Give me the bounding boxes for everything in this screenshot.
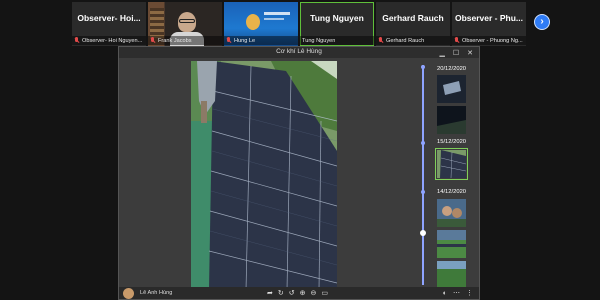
viewer-tools: ➦ ↻ ↺ ⊕ ⊖ ▭ [267, 287, 328, 299]
participant-caption-text: Hung Le [234, 37, 256, 44]
photo-thumbnail[interactable] [437, 261, 466, 289]
photo-viewer-toolbar: Lê Anh Hùng ➦ ↻ ↺ ⊕ ⊖ ▭ ◐ ⋯ ⋮ [119, 287, 479, 299]
participant-tile-active[interactable]: Tung Nguyen Tung Nguyen [300, 2, 374, 46]
participant-caption-text: Observer- Hoi Nguyen... [82, 37, 143, 44]
window-titlebar: Cơ khí Lê Hùng ▁ ☐ ✕ [119, 47, 479, 58]
participant-tile[interactable]: Observer- Hoi... Observer- Hoi Nguyen... [72, 2, 146, 46]
more-horizontal-icon[interactable]: ⋯ [453, 289, 460, 297]
close-icon[interactable]: ✕ [467, 49, 473, 57]
photo-thumbnail[interactable] [437, 75, 466, 103]
minimize-icon[interactable]: ▁ [439, 49, 444, 57]
participant-name: Gerhard Rauch [382, 13, 444, 23]
participant-tile[interactable]: Hung Le [224, 2, 298, 46]
participant-tile[interactable]: Observer - Phu... Observer - Phuong Ng..… [452, 2, 526, 46]
shared-photo-window: Cơ khí Lê Hùng ▁ ☐ ✕ 20/12/2020 15/12/20… [118, 46, 480, 300]
timeline-date: 14/12/2020 [437, 189, 467, 195]
chevron-right-icon: › [540, 16, 544, 27]
window-title: Cơ khí Lê Hùng [276, 48, 322, 55]
participant-name: Observer- Hoi... [77, 13, 141, 23]
mic-muted-icon [378, 37, 384, 44]
solar-panel-photo-image [191, 61, 337, 290]
mic-muted-icon [226, 37, 232, 44]
timeline-knob[interactable] [420, 230, 426, 236]
window-controls: ▁ ☐ ✕ [439, 47, 473, 58]
presentation-line [264, 18, 284, 20]
thumbnail-image [437, 261, 466, 289]
thumbnail-image [437, 230, 466, 258]
fit-screen-icon[interactable]: ▭ [321, 289, 328, 297]
contrast-icon[interactable]: ◐ [443, 290, 447, 297]
timeline-marker[interactable] [421, 141, 425, 145]
participant-caption-text: Gerhard Rauch [386, 37, 425, 44]
rotate-left-icon[interactable]: ↺ [289, 289, 295, 297]
timeline-date: 15/12/2020 [437, 139, 467, 145]
glasses-image [179, 19, 195, 23]
participant-name: Tung Nguyen [310, 13, 364, 23]
viewer-tools-right: ◐ ⋯ ⋮ [443, 287, 473, 299]
timeline-marker[interactable] [421, 65, 425, 69]
participant-caption-text: Observer - Phuong Ng... [462, 37, 523, 44]
participant-caption-text: Tung Nguyen [302, 37, 336, 44]
zoom-out-icon[interactable]: ⊖ [311, 289, 317, 297]
photo-thumbnail[interactable] [437, 106, 466, 134]
mic-muted-icon [454, 37, 460, 44]
meeting-app: Observer- Hoi... Observer- Hoi Nguyen...… [0, 0, 600, 300]
participant-caption: Observer - Phuong Ng... [452, 36, 526, 45]
participant-strip: Observer- Hoi... Observer- Hoi Nguyen...… [72, 2, 530, 46]
rotate-right-icon[interactable]: ↻ [278, 289, 284, 297]
participant-caption: Tung Nguyen [300, 36, 374, 45]
photo-thumbnail[interactable] [437, 230, 466, 258]
timeline-track[interactable] [422, 65, 424, 285]
solar-panel-photo [191, 61, 337, 290]
presentation-figure [246, 14, 260, 30]
photo-thumbnail-selected[interactable] [435, 148, 468, 180]
avatar [123, 288, 134, 299]
zoom-in-icon[interactable]: ⊕ [300, 289, 306, 297]
mic-muted-icon [74, 37, 80, 44]
share-icon[interactable]: ➦ [267, 289, 273, 297]
timeline-marker[interactable] [421, 190, 425, 194]
timeline-date: 20/12/2020 [437, 66, 467, 72]
participant-caption-text: Frank Jacobs [158, 37, 192, 44]
thumbnail-image [437, 150, 466, 178]
participant-name: Observer - Phu... [454, 13, 524, 23]
bookshelf-image [150, 8, 164, 38]
participant-tile[interactable]: Frank Jacobs [148, 2, 222, 46]
next-page-button[interactable]: › [534, 14, 550, 30]
participant-tile[interactable]: Gerhard Rauch Gerhard Rauch [376, 2, 450, 46]
thumbnail-image [437, 106, 466, 134]
participant-caption: Frank Jacobs [148, 36, 222, 45]
participant-caption: Gerhard Rauch [376, 36, 450, 45]
more-vertical-icon[interactable]: ⋮ [466, 289, 473, 297]
thumbnail-image [437, 199, 466, 227]
mic-muted-icon [150, 37, 156, 44]
photo-thumbnail[interactable] [437, 199, 466, 227]
maximize-icon[interactable]: ☐ [453, 49, 459, 57]
author-name: Lê Anh Hùng [140, 290, 173, 296]
participant-caption: Observer- Hoi Nguyen... [72, 36, 146, 45]
presentation-line [264, 12, 290, 15]
thumbnail-image [437, 75, 466, 103]
participant-caption: Hung Le [224, 36, 298, 45]
